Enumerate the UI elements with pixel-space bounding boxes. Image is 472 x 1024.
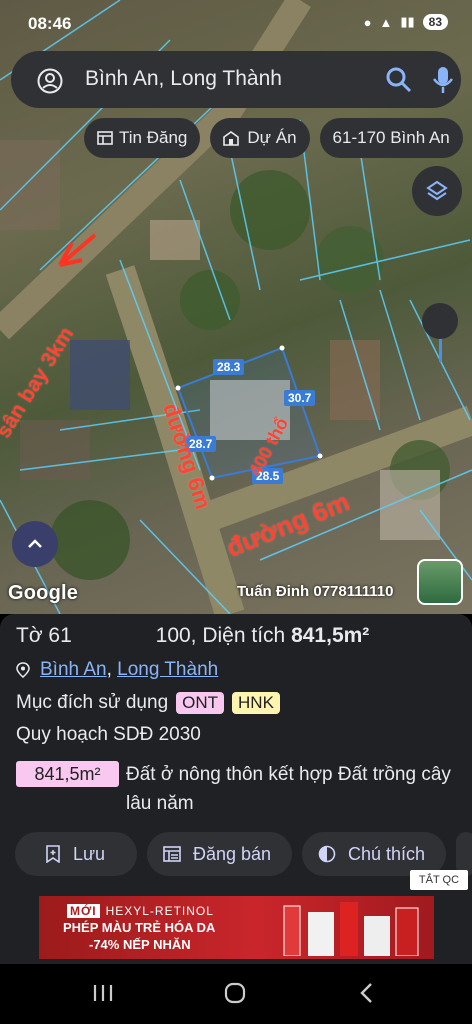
chip-label: Tin Đăng (119, 128, 188, 147)
back-icon[interactable] (357, 982, 377, 1004)
sheet-number: Tờ 61 (16, 624, 72, 647)
land-use-tag-hnk[interactable]: HNK (232, 692, 280, 714)
advertisement-banner[interactable]: MỚI HEXYL-RETINOL PHÉP MÀU TRẺ HÓA DA -74… (39, 896, 434, 959)
chip-parcel[interactable]: 61-170 Bình An (319, 118, 463, 158)
land-use-label: Mục đích sử dụng (16, 692, 169, 713)
status-time: 08:46 (28, 14, 72, 33)
building-icon (223, 131, 240, 146)
status-bar: 08:46 ● ▲ ▮▮ 83 (0, 0, 472, 48)
chip-label: 61-170 Bình An (332, 128, 450, 147)
district-link[interactable]: Long Thành (117, 659, 218, 680)
planning-label: Quy hoạch SDĐ 2030 (16, 724, 201, 745)
parcel-title: Tờ 61 100, Diện tích 841,5m² (16, 624, 369, 648)
search-icon[interactable] (385, 66, 413, 94)
expand-sheet-button[interactable] (12, 521, 58, 567)
ad-headline: MỚI HEXYL-RETINOL (67, 904, 214, 918)
location-separator: , (106, 659, 112, 680)
parcel-number-label: 100, Diện tích (155, 624, 286, 647)
search-bar[interactable]: Bình An, Long Thành (11, 51, 461, 108)
chevron-up-icon (28, 539, 42, 548)
save-button-label: Lưu (73, 843, 106, 864)
system-navigation-bar (0, 964, 472, 1024)
layers-button[interactable] (412, 166, 462, 216)
land-use-row: Mục đích sử dụng ONT HNK (16, 692, 280, 714)
post-for-sale-label: Đăng bán (193, 843, 272, 864)
opacity-slider-knob[interactable] (422, 303, 458, 339)
author-avatar[interactable] (417, 559, 463, 605)
wifi-icon: ▲ (379, 14, 393, 30)
status-icons: ● ▲ ▮▮ 83 (364, 14, 448, 30)
home-icon[interactable] (223, 982, 247, 1004)
filter-chips: Tin Đăng Dự Án 61-170 Bình An (84, 118, 463, 158)
pin-icon (16, 662, 30, 678)
land-use-tag-ont[interactable]: ONT (176, 692, 225, 714)
ward-link[interactable]: Bình An (40, 659, 107, 680)
ad-claim: -74% NẾP NHĂN (89, 937, 191, 952)
google-logo: Google (8, 582, 79, 604)
chip-tin-dang[interactable]: Tin Đăng (84, 118, 201, 158)
post-for-sale-button[interactable]: Đăng bán (147, 832, 292, 876)
ad-product-image (283, 902, 419, 956)
newspaper-icon (97, 131, 113, 145)
chip-du-an[interactable]: Dự Án (210, 118, 310, 158)
dimension-right-label: 30.7 (284, 390, 316, 406)
contrast-icon (318, 845, 336, 863)
location-icon: ● (363, 14, 372, 30)
close-ad-button[interactable]: TẮT QC (410, 870, 468, 890)
area-description: Đất ở nông thôn kết hợp Đất trồng cây lâ… (126, 764, 451, 814)
ad-product: HEXYL-RETINOL (105, 904, 214, 918)
search-input[interactable]: Bình An, Long Thành (85, 67, 282, 91)
mic-icon[interactable] (431, 65, 455, 95)
parcel-area: 841,5m² (291, 624, 370, 647)
battery-indicator: 83 (422, 14, 448, 30)
area-badge: 841,5m² (16, 761, 119, 787)
ad-tagline: PHÉP MÀU TRẺ HÓA DA (63, 920, 216, 935)
list-post-icon (163, 846, 181, 862)
author-credit: Tuấn Đinh 0778111110 (237, 583, 394, 600)
action-buttons: Lưu Đăng bán Chú thích (15, 832, 472, 876)
location-row: Bình An, Long Thành (16, 659, 218, 681)
layers-icon (426, 180, 448, 201)
signal-icon: ▮▮ (400, 14, 415, 29)
dimension-top-label: 28.3 (213, 359, 245, 375)
legend-button-label: Chú thích (348, 843, 426, 864)
ad-new-badge: MỚI (67, 904, 100, 918)
map-view[interactable]: 28.3 30.7 28.7 28.5 sân bay 3km đường 6m… (0, 0, 472, 614)
save-button[interactable]: Lưu (15, 832, 137, 876)
account-icon[interactable] (37, 68, 63, 94)
chip-label: Dự Án (247, 128, 297, 147)
bookmark-add-icon (46, 845, 60, 863)
recent-apps-icon[interactable] (92, 982, 114, 1004)
